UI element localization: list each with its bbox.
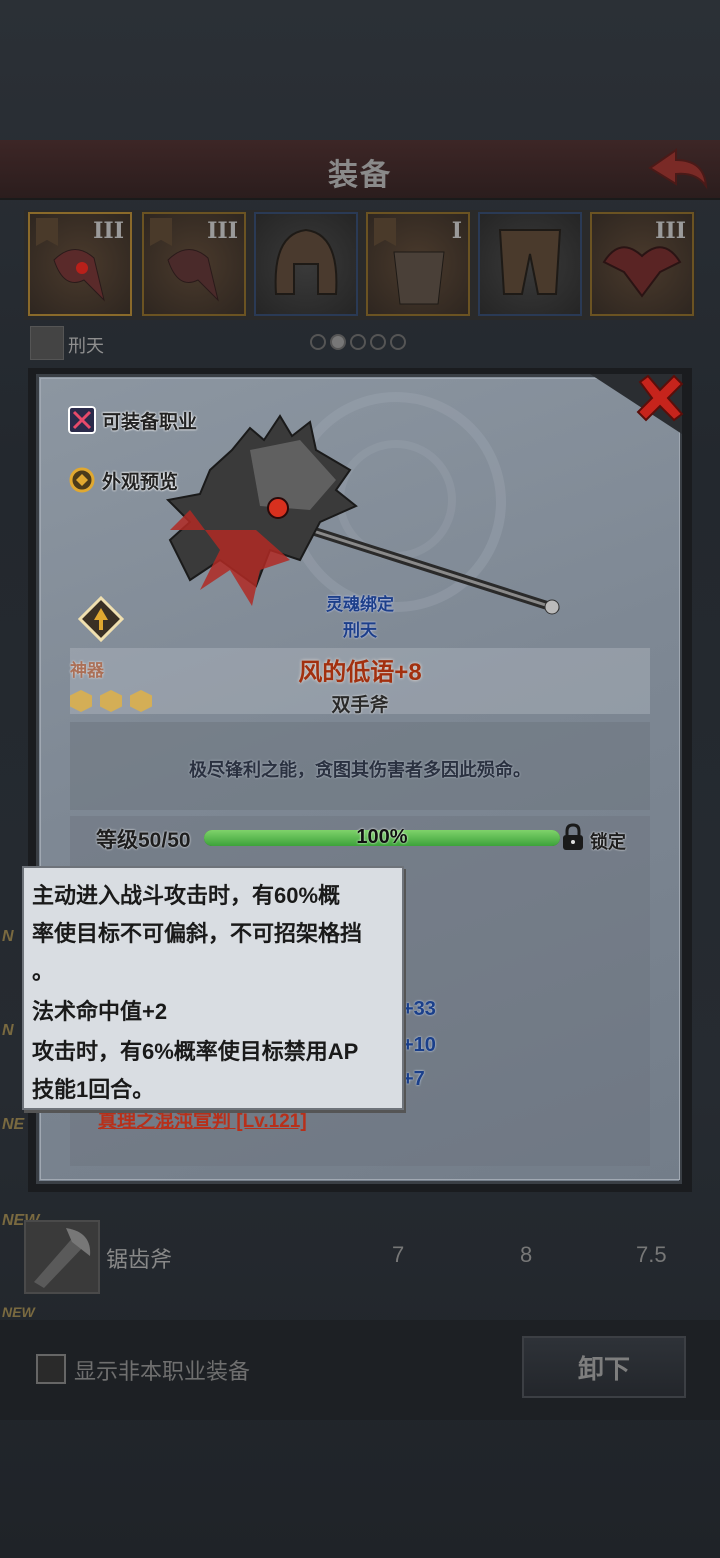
new-tag: NEW xyxy=(2,1304,35,1320)
item-title: 风的低语+8 xyxy=(298,659,422,686)
axe-icon xyxy=(167,249,219,302)
axe-icon xyxy=(53,249,105,302)
class-flag-icon xyxy=(374,218,396,246)
page-dot-active[interactable] xyxy=(330,334,346,350)
helmet-icon xyxy=(274,228,338,295)
slot-legs[interactable] xyxy=(478,212,582,316)
page-dot[interactable] xyxy=(310,334,326,350)
slot-helmet[interactable] xyxy=(254,212,358,316)
tier-label: I xyxy=(451,218,462,244)
level-progress-text: 100% xyxy=(356,826,408,848)
greaves-icon xyxy=(498,229,562,295)
new-tag: N xyxy=(2,1022,14,1039)
level-label: 等级50/50 xyxy=(96,829,191,852)
item-description: 极尽锋利之能，贪图其伤害者多因此殒命。 xyxy=(189,760,531,780)
character-name: 刑天 xyxy=(68,336,104,356)
lock-icon[interactable] xyxy=(560,822,586,852)
character-avatar xyxy=(30,326,64,360)
unequip-button[interactable]: 卸下 xyxy=(522,1336,686,1398)
item-stat-3: 7.5 xyxy=(636,1242,667,1267)
tooltip-line: 主动进入战斗攻击时，有60%概 xyxy=(32,883,341,908)
tooltip-line: 攻击时，有6%概率使目标禁用AP xyxy=(32,1039,359,1064)
page-indicator xyxy=(310,334,410,355)
list-item[interactable]: NEW 锯齿斧 7 8 7.5 xyxy=(0,1210,720,1298)
class-icon xyxy=(68,406,96,434)
stat-value: +7 xyxy=(402,1068,425,1090)
slot-offhand[interactable]: III xyxy=(142,212,246,316)
preview-icon xyxy=(69,467,95,493)
screen-title: 装备 xyxy=(328,159,392,192)
slot-weapon[interactable]: III xyxy=(28,212,132,316)
show-other-class-checkbox[interactable] xyxy=(36,1354,66,1384)
artifact-upgrade-icon[interactable] xyxy=(78,596,124,642)
page-dot[interactable] xyxy=(350,334,366,350)
axe-icon xyxy=(34,1228,91,1288)
stat-value: +33 xyxy=(402,998,436,1020)
item-name: 锯齿斧 xyxy=(106,1247,173,1272)
item-stat-1: 7 xyxy=(392,1242,405,1267)
close-icon[interactable] xyxy=(634,372,686,424)
item-type: 双手斧 xyxy=(331,695,389,716)
tooltip-line: 法术命中值+2 xyxy=(32,999,168,1024)
slot-armor[interactable]: I xyxy=(366,212,470,316)
soul-bound-label: 灵魂绑定 xyxy=(326,595,394,614)
back-arrow-icon[interactable] xyxy=(646,146,710,190)
tooltip-line: 率使目标不可偏斜，不可招架格挡 xyxy=(32,921,363,946)
tooltip-line: 技能1回合。 xyxy=(32,1077,155,1102)
lock-label[interactable]: 锁定 xyxy=(590,828,626,854)
new-tag: N xyxy=(2,928,14,945)
item-thumbnail xyxy=(24,1220,100,1294)
show-other-class-label: 显示非本职业装备 xyxy=(74,1359,251,1384)
bat-wing-icon xyxy=(602,246,682,298)
slot-accessory[interactable]: III xyxy=(590,212,694,316)
item-stat-2: 8 xyxy=(520,1242,533,1267)
tooltip-line: 。 xyxy=(32,959,55,984)
bound-character-name: 刑天 xyxy=(343,621,377,640)
page-dot[interactable] xyxy=(370,334,386,350)
stat-value: +10 xyxy=(402,1034,436,1056)
new-tag: NE xyxy=(2,1116,25,1133)
armor-icon xyxy=(393,251,445,305)
skill-link[interactable]: 真理之混沌宣判 [Lv.121] xyxy=(98,1106,307,1133)
page-dot[interactable] xyxy=(390,334,406,350)
